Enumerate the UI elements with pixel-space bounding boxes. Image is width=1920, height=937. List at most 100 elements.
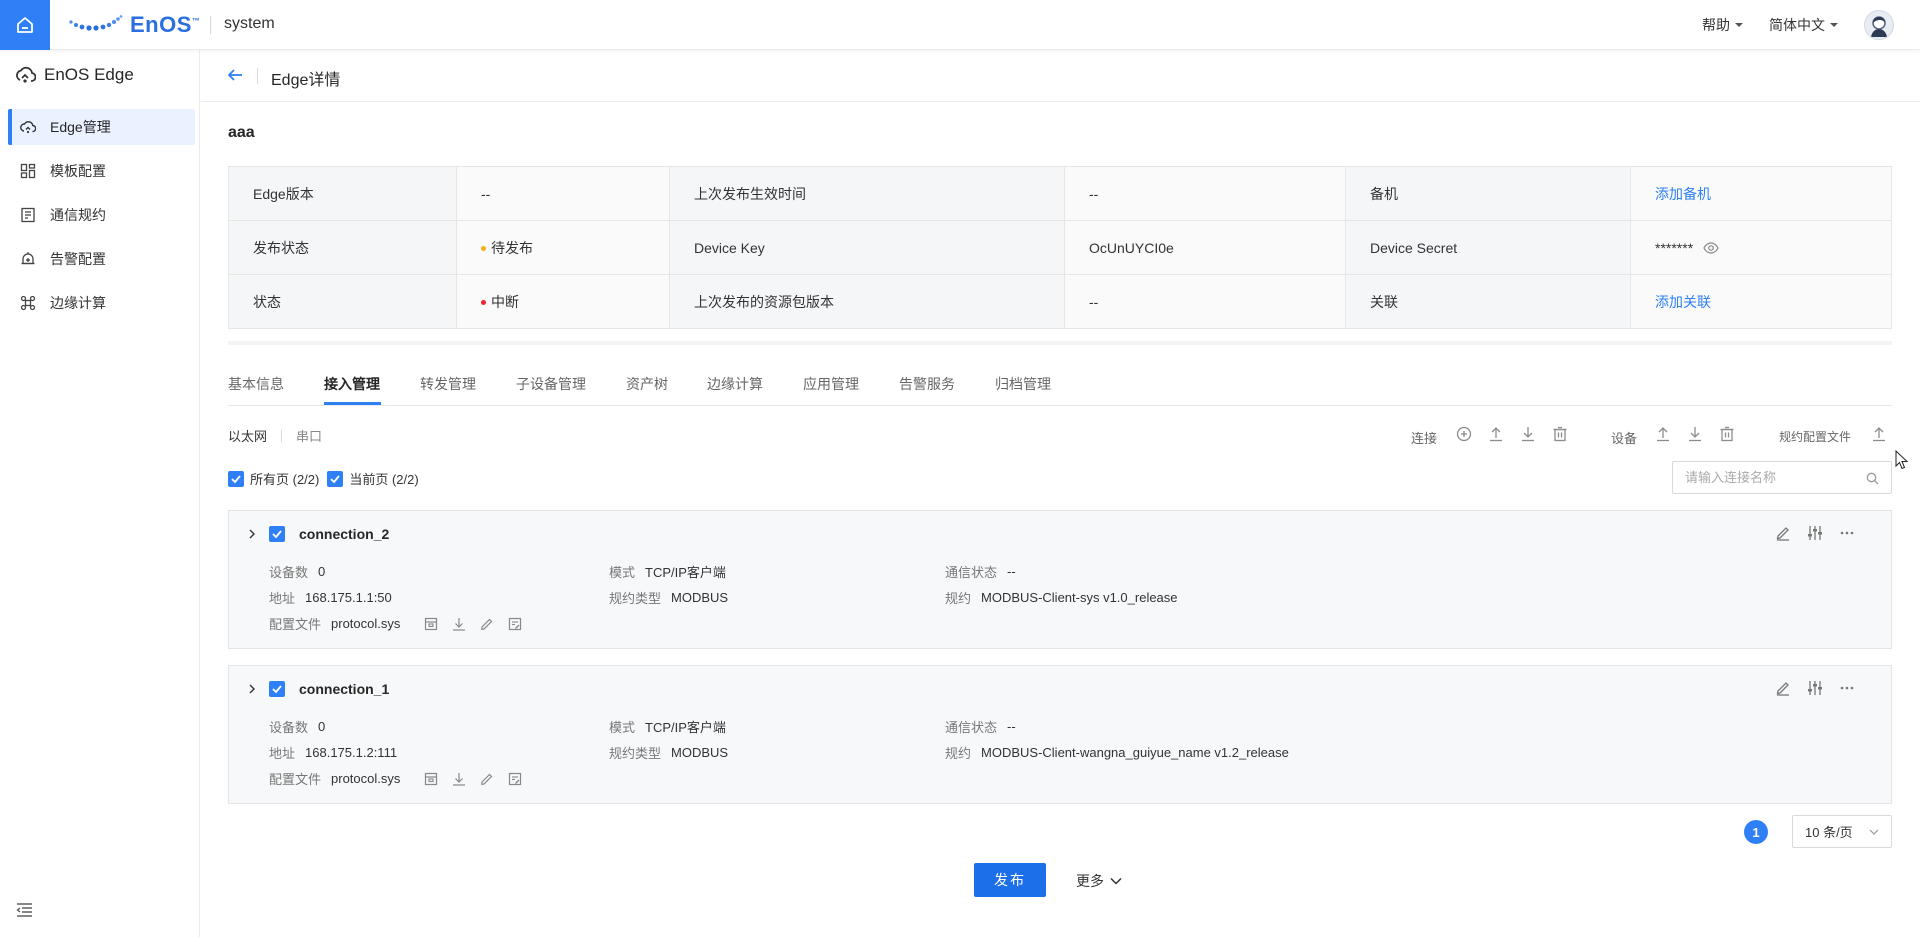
help-label: 帮助 xyxy=(1702,17,1730,33)
sidebar-title: EnOS Edge xyxy=(14,64,134,86)
field-label: 规约类型 xyxy=(609,746,662,761)
sidebar: EnOS Edge Edge管理 模板配置 通信规约 告警配置 边缘计算 xyxy=(0,50,200,937)
download-connection-button[interactable] xyxy=(1520,426,1536,442)
file-detail-button[interactable] xyxy=(508,772,522,786)
download-device-button[interactable] xyxy=(1687,426,1703,442)
upload-protocol-file-button[interactable] xyxy=(1871,426,1887,442)
connection-settings-button[interactable] xyxy=(1807,680,1823,696)
checkmark-icon xyxy=(272,530,282,539)
connection-checkbox[interactable] xyxy=(269,526,285,542)
download-file-button[interactable] xyxy=(452,772,466,786)
add-backup-link[interactable]: 添加备机 xyxy=(1655,186,1711,202)
tab-forward-management[interactable]: 转发管理 xyxy=(420,374,476,394)
sidebar-item-edge-compute[interactable]: 边缘计算 xyxy=(8,285,195,321)
connection-search xyxy=(1672,461,1892,494)
tab-asset-tree[interactable]: 资产树 xyxy=(626,374,668,394)
field-label: 地址 xyxy=(269,591,296,606)
page-number-button[interactable]: 1 xyxy=(1744,820,1768,844)
sidebar-item-template-config[interactable]: 模板配置 xyxy=(8,153,195,189)
publish-button[interactable]: 发布 xyxy=(974,863,1046,897)
eye-icon[interactable] xyxy=(1703,241,1719,254)
tab-archive-management[interactable]: 归档管理 xyxy=(995,374,1051,394)
edit-connection-button[interactable] xyxy=(1775,680,1791,696)
add-connection-button[interactable] xyxy=(1456,426,1472,442)
menu-collapse-icon xyxy=(16,903,32,917)
subtab-divider xyxy=(281,429,283,442)
home-button[interactable] xyxy=(0,0,50,50)
tab-basic-info[interactable]: 基本信息 xyxy=(228,374,284,394)
select-current-page-label: 当前页 (2/2) xyxy=(349,472,419,487)
file-detail-button[interactable] xyxy=(508,617,522,631)
sidebar-collapse-button[interactable] xyxy=(16,902,34,918)
sliders-icon xyxy=(1808,526,1822,540)
subtab-serial[interactable]: 串口 xyxy=(296,426,322,445)
protocol-type-field: 规约类型 MODBUS xyxy=(609,588,728,607)
delete-connection-button[interactable] xyxy=(1552,426,1568,442)
view-file-button[interactable] xyxy=(424,772,438,786)
view-file-button[interactable] xyxy=(424,617,438,631)
sidebar-item-edge-manage[interactable]: Edge管理 xyxy=(8,109,195,145)
enos-logo[interactable]: EnOS™ xyxy=(68,12,200,38)
caret-down-icon xyxy=(1830,23,1838,27)
tab-sub-device-management[interactable]: 子设备管理 xyxy=(516,374,586,394)
status-value: 中断 xyxy=(491,293,519,310)
last-publish-time-value: -- xyxy=(1064,166,1346,221)
expand-button[interactable] xyxy=(247,528,257,540)
connection-search-input[interactable] xyxy=(1685,462,1865,493)
connection-card: connection_2 设备数 0 模式 TCP/IP客户端 通信状态 -- 地址 1… xyxy=(228,510,1892,649)
subtab-ethernet[interactable]: 以太网 xyxy=(228,426,267,445)
back-button[interactable] xyxy=(227,67,243,83)
expand-button[interactable] xyxy=(247,683,257,695)
field-value: MODBUS-Client-wangna_guiyue_name v1.2_re… xyxy=(981,745,1289,760)
sidebar-item-protocol[interactable]: 通信规约 xyxy=(8,197,195,233)
device-secret-label: Device Secret xyxy=(1345,220,1631,275)
upload-device-button[interactable] xyxy=(1655,426,1671,442)
info-row: Edge版本 -- 上次发布生效时间 -- 备机 添加备机 xyxy=(228,166,1892,221)
delete-device-button[interactable] xyxy=(1719,426,1735,442)
edit-file-button[interactable] xyxy=(480,617,494,631)
address-field: 地址 168.175.1.2:111 xyxy=(269,743,397,762)
more-actions-button[interactable] xyxy=(1839,680,1855,696)
language-menu[interactable]: 简体中文 xyxy=(1769,15,1838,35)
checkmark-icon xyxy=(272,685,282,694)
download-file-button[interactable] xyxy=(452,617,466,631)
download-icon xyxy=(453,617,466,631)
trash-icon xyxy=(1553,426,1567,442)
connection-settings-button[interactable] xyxy=(1807,525,1823,541)
checkmark-icon xyxy=(231,474,241,483)
user-avatar[interactable] xyxy=(1864,10,1894,40)
mouse-cursor xyxy=(1895,450,1909,470)
connection-name: connection_2 xyxy=(299,526,390,542)
info-row: 状态 中断 上次发布的资源包版本 -- 关联 添加关联 xyxy=(228,274,1892,329)
tab-edge-compute[interactable]: 边缘计算 xyxy=(707,374,763,394)
info-row: 发布状态 待发布 Device Key OcUnUYCI0e Device Se… xyxy=(228,220,1892,275)
interrupted-status-dot xyxy=(481,300,486,306)
sidebar-item-alarm-config[interactable]: 告警配置 xyxy=(8,241,195,277)
download-icon xyxy=(453,772,466,786)
more-dropdown-button[interactable]: 更多 xyxy=(1076,871,1122,891)
device-count-field: 设备数 0 xyxy=(269,717,325,736)
edge-version-value: -- xyxy=(456,166,670,221)
system-name: system xyxy=(224,15,275,32)
chevron-down-icon xyxy=(1110,877,1122,885)
page-size-select[interactable]: 10 条/页 xyxy=(1792,815,1892,848)
tab-access-management[interactable]: 接入管理 xyxy=(324,374,380,394)
page-header: Edge详情 xyxy=(201,50,1920,102)
tab-app-management[interactable]: 应用管理 xyxy=(803,374,859,394)
select-current-page-checkbox[interactable] xyxy=(327,470,344,487)
help-menu[interactable]: 帮助 xyxy=(1702,15,1743,35)
protocol-file-toolbar-label: 规约配置文件 xyxy=(1779,430,1852,444)
edit-connection-button[interactable] xyxy=(1775,525,1791,541)
tab-alarm-service[interactable]: 告警服务 xyxy=(899,374,955,394)
more-actions-button[interactable] xyxy=(1839,525,1855,541)
field-label: 通信状态 xyxy=(945,565,998,580)
add-relation-link[interactable]: 添加关联 xyxy=(1655,294,1711,310)
file-edit-icon xyxy=(509,772,522,785)
sidebar-item-label: 边缘计算 xyxy=(50,295,106,311)
upload-connection-button[interactable] xyxy=(1488,426,1504,442)
select-all-pages-checkbox[interactable] xyxy=(228,470,244,487)
connection-checkbox[interactable] xyxy=(269,681,285,697)
field-label: 设备数 xyxy=(269,720,309,735)
field-label: 规约 xyxy=(945,746,972,761)
edit-file-button[interactable] xyxy=(480,772,494,786)
